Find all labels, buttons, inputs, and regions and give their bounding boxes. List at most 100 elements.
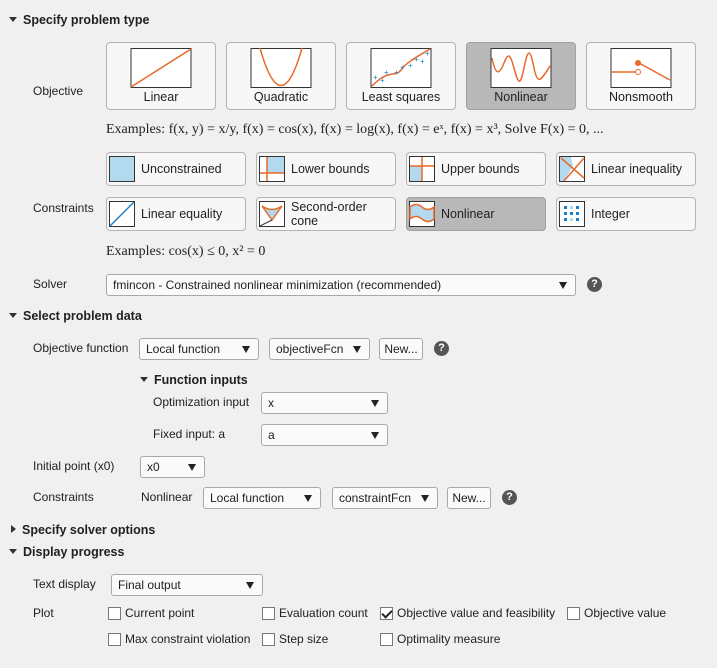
- dropdown-arrow-icon: [304, 494, 312, 502]
- plot-objective-feasibility-checkbox[interactable]: Objective value and feasibility: [380, 606, 555, 620]
- checkbox-label: Current point: [125, 606, 195, 620]
- plot-max-constraint-violation-checkbox[interactable]: Max constraint violation: [108, 632, 250, 646]
- section-title: Select problem data: [23, 309, 142, 323]
- text-display-dropdown[interactable]: Final output: [111, 574, 263, 596]
- constraint-linear-inequality-button[interactable]: Linear inequality: [556, 152, 696, 186]
- svg-text:+: +: [394, 68, 399, 77]
- objective-quadratic-button[interactable]: Quadratic: [226, 42, 336, 110]
- nonlinear-plot-icon: [490, 48, 552, 88]
- collapse-icon: [140, 377, 148, 382]
- least-squares-plot-icon: + ++ ++ ++ ++: [370, 48, 432, 88]
- objective-nonlinear-button[interactable]: Nonlinear: [466, 42, 576, 110]
- svg-text:+: +: [408, 61, 413, 70]
- objective-source-dropdown[interactable]: Local function: [139, 338, 259, 360]
- constraint-second-order-cone-button[interactable]: Second-order cone: [256, 197, 396, 231]
- solver-help-icon[interactable]: ?: [587, 277, 602, 292]
- svg-text:+: +: [373, 73, 378, 82]
- svg-text:+: +: [414, 55, 419, 64]
- function-inputs-toggle[interactable]: Function inputs: [140, 373, 248, 387]
- checkbox-label: Optimality measure: [397, 632, 501, 646]
- plot-objective-value-checkbox[interactable]: Objective value: [567, 606, 666, 620]
- option-label: Nonlinear: [441, 207, 495, 221]
- checkbox-checked: [380, 606, 393, 620]
- plot-evaluation-count-checkbox[interactable]: Evaluation count: [262, 606, 368, 620]
- new-constraint-button[interactable]: New...: [447, 487, 491, 509]
- dropdown-arrow-icon: [246, 581, 254, 589]
- linear-equality-icon: [109, 201, 135, 227]
- section-select-problem-data[interactable]: Select problem data: [9, 309, 142, 323]
- fixed-input-dropdown[interactable]: a: [261, 424, 388, 446]
- constraint-integer-button[interactable]: Integer: [556, 197, 696, 231]
- dropdown-arrow-icon: [371, 431, 379, 439]
- checkbox-label: Objective value: [584, 606, 667, 620]
- unconstrained-icon: [109, 156, 135, 182]
- checkbox-box: [262, 606, 275, 620]
- nonlinear-constraint-label: Nonlinear: [141, 490, 193, 504]
- plot-step-size-checkbox[interactable]: Step size: [262, 632, 328, 646]
- optimization-input-label: Optimization input: [153, 395, 250, 409]
- checkbox-box: [567, 606, 580, 620]
- option-label: Nonlinear: [494, 90, 548, 104]
- new-objective-button[interactable]: New...: [379, 338, 423, 360]
- nonlinear-constraint-icon: [409, 201, 435, 227]
- option-label: Linear equality: [141, 207, 223, 221]
- plot-current-point-checkbox[interactable]: Current point: [108, 606, 194, 620]
- constraint-function-dropdown[interactable]: constraintFcn: [332, 487, 438, 509]
- section-title: Specify solver options: [22, 523, 156, 537]
- option-label: Lower bounds: [291, 162, 370, 176]
- text-display-label: Text display: [33, 577, 96, 591]
- initial-point-dropdown[interactable]: x0: [140, 456, 205, 478]
- objective-nonsmooth-button[interactable]: Nonsmooth: [586, 42, 696, 110]
- objective-linear-button[interactable]: Linear: [106, 42, 216, 110]
- solver-dropdown[interactable]: fmincon - Constrained nonlinear minimiza…: [106, 274, 576, 296]
- checkbox-box: [380, 632, 393, 646]
- lower-bounds-icon: [259, 156, 285, 182]
- constraint-linear-equality-button[interactable]: Linear equality: [106, 197, 246, 231]
- constraint-help-icon[interactable]: ?: [502, 490, 517, 505]
- dropdown-value: x0: [147, 460, 160, 474]
- checkbox-box: [108, 606, 121, 620]
- objective-examples: Examples: f(x, y) = x/y, f(x) = cos(x), …: [106, 122, 604, 137]
- svg-text:+: +: [420, 57, 425, 66]
- constraint-nonlinear-button[interactable]: Nonlinear: [406, 197, 546, 231]
- option-label: Linear: [143, 90, 179, 104]
- checkbox-box: [108, 632, 121, 646]
- option-label: Integer: [591, 207, 630, 221]
- plot-optimality-measure-checkbox[interactable]: Optimality measure: [380, 632, 500, 646]
- optimization-input-dropdown[interactable]: x: [261, 392, 388, 414]
- option-label: Unconstrained: [141, 162, 222, 176]
- constraint-unconstrained-button[interactable]: Unconstrained: [106, 152, 246, 186]
- section-specify-problem-type[interactable]: Specify problem type: [9, 13, 149, 27]
- objective-function-dropdown[interactable]: objectiveFcn: [269, 338, 370, 360]
- nonsmooth-plot-icon: [610, 48, 672, 88]
- objective-label: Objective: [33, 84, 84, 98]
- fixed-input-label: Fixed input: a: [153, 427, 226, 441]
- svg-text:+: +: [400, 63, 405, 72]
- constraint-source-dropdown[interactable]: Local function: [203, 487, 321, 509]
- constraint-lower-bounds-button[interactable]: Lower bounds: [256, 152, 396, 186]
- option-label: Quadratic: [253, 90, 309, 104]
- second-order-cone-icon: [259, 201, 285, 227]
- svg-text:+: +: [384, 68, 389, 77]
- option-label: Nonsmooth: [609, 90, 673, 104]
- checkbox-label: Max constraint violation: [125, 632, 251, 646]
- quadratic-plot-icon: [250, 48, 312, 88]
- section-display-progress[interactable]: Display progress: [9, 545, 124, 559]
- option-label: Linear inequality: [591, 162, 683, 176]
- dropdown-arrow-icon: [188, 463, 196, 471]
- dropdown-arrow-icon: [371, 399, 379, 407]
- objective-least-squares-button[interactable]: + + + + + + + + + Least squares: [346, 42, 456, 110]
- expand-icon: [11, 525, 16, 533]
- objective-help-icon[interactable]: ?: [434, 341, 449, 356]
- checkbox-label: Evaluation count: [279, 606, 368, 620]
- checkbox-label: Step size: [279, 632, 329, 646]
- dropdown-value: Local function: [210, 491, 285, 505]
- constraint-upper-bounds-button[interactable]: Upper bounds: [406, 152, 546, 186]
- dropdown-value: Final output: [118, 578, 181, 592]
- section-specify-solver-options[interactable]: Specify solver options: [9, 523, 155, 537]
- plot-label: Plot: [33, 606, 54, 620]
- section-title: Specify problem type: [23, 13, 150, 27]
- subsection-title: Function inputs: [154, 373, 248, 387]
- option-label: Upper bounds: [441, 162, 520, 176]
- svg-text:+: +: [425, 49, 430, 58]
